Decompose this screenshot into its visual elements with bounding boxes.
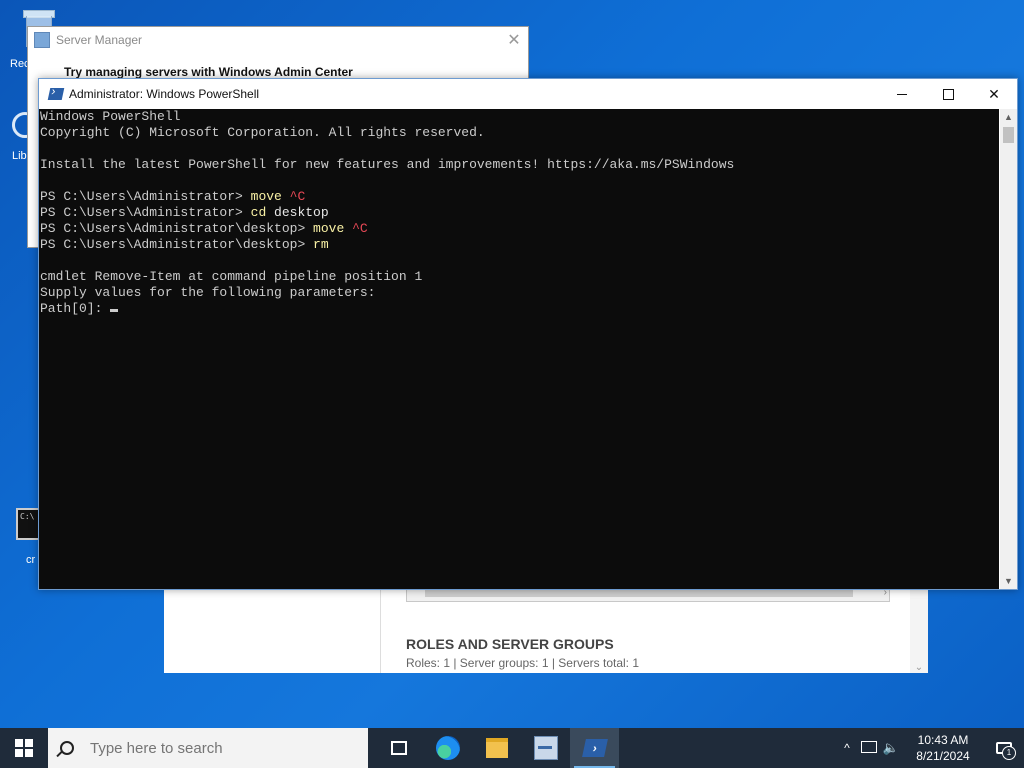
scroll-up-icon[interactable]: ▲ — [1000, 109, 1017, 125]
roles-section-title: ROLES AND SERVER GROUPS — [406, 636, 614, 652]
scroll-down-icon[interactable]: ▼ — [1000, 573, 1017, 589]
clock[interactable]: 10:43 AM 8/21/2024 — [910, 732, 976, 764]
console-text-line: Copyright (C) Microsoft Corporation. All… — [40, 125, 485, 140]
maximize-button[interactable] — [925, 79, 971, 109]
scroll-down-icon[interactable]: ⌄ — [910, 662, 928, 673]
console-line: PS C:\Users\Administrator> cd desktop — [40, 205, 999, 221]
folder-icon — [485, 738, 508, 758]
server-manager-dashboard: › ROLES AND SERVER GROUPS Roles: 1 | Ser… — [164, 586, 928, 673]
console-text-line: Path[0]: — [40, 301, 111, 316]
left-pane — [164, 586, 381, 673]
console-command: rm — [313, 237, 329, 252]
console-scrollbar[interactable]: ▲ ▼ — [1000, 109, 1017, 589]
console-text-line: Supply values for the following paramete… — [40, 285, 376, 300]
powershell-titlebar[interactable]: Administrator: Windows PowerShell ✕ — [39, 79, 1017, 109]
search-input[interactable] — [88, 738, 352, 758]
text-cursor — [110, 309, 119, 312]
console-line: Copyright (C) Microsoft Corporation. All… — [40, 125, 999, 141]
notification-center-button[interactable]: 1 — [984, 728, 1024, 768]
console-line: Windows PowerShell — [40, 109, 999, 125]
roles-summary: Roles: 1 | Server groups: 1 | Servers to… — [406, 656, 640, 670]
console-command: move — [250, 189, 282, 204]
console-line: Install the latest PowerShell for new fe… — [40, 157, 999, 173]
scrollbar-thumb[interactable] — [1003, 127, 1014, 143]
minimize-icon — [897, 93, 907, 95]
clock-date: 8/21/2024 — [916, 749, 970, 763]
console-prompt: PS C:\Users\Administrator> — [40, 205, 251, 220]
task-view-button[interactable] — [374, 728, 423, 768]
console-prompt: PS C:\Users\Administrator\desktop> — [40, 237, 314, 252]
close-icon: ✕ — [988, 85, 1000, 102]
chevron-up-icon[interactable]: ^ — [836, 741, 858, 755]
console-line: PS C:\Users\Administrator\desktop> rm — [40, 237, 999, 253]
console-line: cmdlet Remove-Item at command pipeline p… — [40, 269, 999, 285]
console-line: PS C:\Users\Administrator\desktop> move … — [40, 221, 999, 237]
powershell-window[interactable]: Administrator: Windows PowerShell ✕ Wind… — [38, 78, 1018, 590]
console-interrupt: ^C — [344, 221, 368, 236]
powershell-taskbar-button[interactable]: › — [570, 728, 619, 768]
console-line: Path[0]: — [40, 301, 999, 317]
system-tray: ^ 🔈 10:43 AM 8/21/2024 1 — [836, 728, 1024, 768]
server-manager-titlebar[interactable]: Server Manager ✕ — [28, 27, 528, 53]
network-icon — [861, 740, 877, 753]
admin-center-banner: Try managing servers with Windows Admin … — [64, 65, 353, 79]
scrollbar-thumb[interactable] — [425, 589, 853, 597]
console-text-line: cmdlet Remove-Item at command pipeline p… — [40, 269, 423, 284]
edge-icon — [435, 736, 460, 760]
server-manager-icon — [533, 736, 558, 760]
console-line: Supply values for the following paramete… — [40, 285, 999, 301]
file-explorer-button[interactable] — [472, 728, 521, 768]
powershell-icon — [47, 88, 65, 100]
console-prompt: PS C:\Users\Administrator> — [40, 189, 251, 204]
server-manager-icon — [34, 32, 50, 48]
task-view-icon — [390, 741, 407, 755]
edge-button[interactable] — [423, 728, 472, 768]
taskbar: › ^ 🔈 10:43 AM 8/21/2024 1 — [0, 728, 1024, 768]
notification-count: 1 — [1002, 746, 1016, 760]
close-icon[interactable]: ✕ — [500, 30, 528, 50]
volume-muted-icon[interactable]: 🔈 — [880, 740, 902, 756]
taskbar-search[interactable] — [48, 728, 368, 768]
windows-logo-icon — [15, 739, 33, 757]
console-text: Windows PowerShell Copyright (C) Microsof… — [39, 109, 999, 317]
search-icon — [60, 741, 74, 755]
console-text-line: Install the latest PowerShell for new fe… — [40, 157, 735, 172]
console-command: move — [313, 221, 345, 236]
network-icon-wrap[interactable] — [858, 740, 880, 756]
console-line: PS C:\Users\Administrator> move ^C — [40, 189, 999, 205]
console-prompt: PS C:\Users\Administrator\desktop> — [40, 221, 314, 236]
clock-time: 10:43 AM — [917, 733, 969, 747]
start-button[interactable] — [0, 728, 48, 768]
server-manager-taskbar-button[interactable] — [521, 728, 570, 768]
console-output[interactable]: Windows PowerShell Copyright (C) Microsof… — [39, 109, 999, 589]
console-interrupt: ^C — [281, 189, 306, 204]
close-button[interactable]: ✕ — [971, 79, 1017, 109]
minimize-button[interactable] — [879, 79, 925, 109]
maximize-icon — [942, 88, 954, 100]
powershell-icon: › — [581, 739, 608, 757]
console-argument: desktop — [266, 205, 329, 220]
server-manager-title: Server Manager — [56, 33, 143, 47]
console-command: cd — [250, 205, 267, 220]
vertical-scrollbar[interactable]: ⌄ — [910, 586, 928, 673]
window-title: Administrator: Windows PowerShell — [69, 87, 260, 101]
console-text-line: Windows PowerShell — [40, 109, 181, 124]
